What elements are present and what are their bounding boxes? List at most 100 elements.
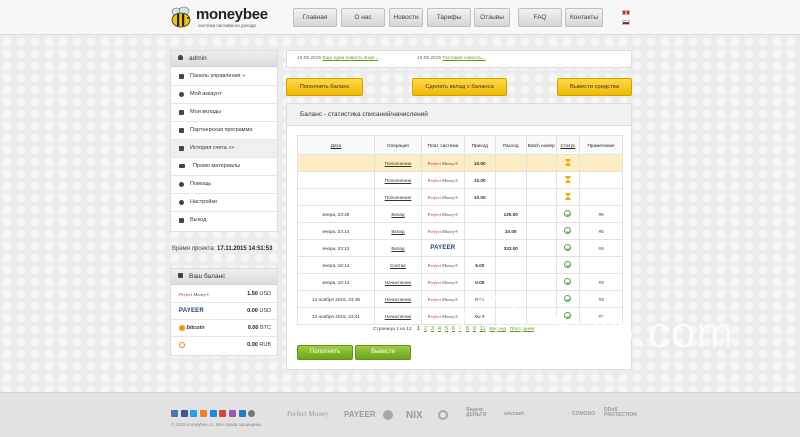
news-link[interactable]: Еще одна новость Ещё... xyxy=(322,56,378,61)
menu-settings[interactable]: Настройки xyxy=(171,194,277,212)
logo[interactable]: moneybee система пассивного дохода xyxy=(168,5,280,31)
cell-operation[interactable]: Начисление xyxy=(373,307,423,325)
bitcoin-footer-icon xyxy=(383,410,393,422)
cell-note xyxy=(579,256,623,274)
partner-logo: Perfect Money xyxy=(287,410,329,418)
cell-status xyxy=(555,154,581,172)
nav-news[interactable]: Новости xyxy=(389,8,423,27)
table-body: Пополнение Perfect Money® 10.00 Пополнение P… xyxy=(297,154,623,325)
nav-contacts[interactable]: Контакты xyxy=(565,8,603,27)
nav-tariffs[interactable]: Тарифы xyxy=(427,8,471,27)
pager-page[interactable]: 8 xyxy=(466,326,469,332)
cell-batch xyxy=(525,239,557,257)
vk-icon[interactable] xyxy=(171,410,178,417)
menu-help[interactable]: Помощь xyxy=(171,176,277,194)
cell-note xyxy=(579,188,623,206)
cell-status xyxy=(555,222,581,240)
news-link[interactable]: Тестовая новость... xyxy=(442,56,485,61)
flag-ru-icon[interactable] xyxy=(622,20,630,25)
cell-system: Perfect Money® xyxy=(421,256,465,274)
table-row: вчера, 15:14 Снятие Perfect Money® 5.00 xyxy=(297,256,623,274)
livejournal-icon[interactable] xyxy=(229,410,237,417)
col-status[interactable]: Статус xyxy=(555,135,581,155)
cell-date: вчера, 23:14 xyxy=(297,222,375,240)
deposit-balance-button[interactable]: Пополнить баланс xyxy=(286,78,363,96)
cell-operation[interactable]: Начисление xyxy=(373,273,423,291)
cell-status xyxy=(555,239,581,257)
cell-expense xyxy=(494,256,527,274)
pager-page[interactable]: 5 xyxy=(445,326,448,332)
mailru-icon[interactable] xyxy=(209,410,217,417)
flag-en-icon[interactable] xyxy=(622,10,630,15)
cell-operation[interactable]: Пополнение xyxy=(373,154,423,172)
menu-dashboard[interactable]: Панель управления » xyxy=(171,68,277,86)
pager-page[interactable]: 7 xyxy=(459,326,462,332)
cell-expense xyxy=(494,290,527,308)
nav-faq[interactable]: FAQ xyxy=(518,8,562,27)
nav-home[interactable]: Главная xyxy=(293,8,337,27)
liveinternet-icon[interactable] xyxy=(238,410,246,417)
nav-about[interactable]: О нас xyxy=(341,8,385,27)
wallet-icon xyxy=(178,273,183,278)
cell-operation[interactable]: Снятие xyxy=(373,256,423,274)
cell-system: Perfect Money® xyxy=(421,154,465,172)
menu-promo[interactable]: Промо материалы xyxy=(171,158,277,176)
withdraw-funds-button[interactable]: Вывести средства xyxy=(557,78,632,96)
cell-operation[interactable]: Начисление xyxy=(373,290,423,308)
pager-page[interactable]: 3 xyxy=(431,326,434,332)
cell-income: 0.05 xyxy=(463,290,496,308)
partner-logo: DDoS PROTECTION xyxy=(604,407,637,418)
username: admin xyxy=(189,55,207,62)
more-share-icon[interactable] xyxy=(248,410,256,417)
status-pending-icon xyxy=(564,193,571,200)
table-row: 14 ноября 2015, 23:39 Начисление Perfect M… xyxy=(297,290,623,308)
person-icon xyxy=(179,92,184,97)
cell-expense xyxy=(494,273,527,291)
lock-icon xyxy=(179,74,184,79)
status-ok-icon xyxy=(564,244,572,251)
menu-deposits[interactable]: Мои вклады xyxy=(171,104,277,122)
odnoklassniki-icon[interactable] xyxy=(200,410,208,417)
pager-page[interactable]: 2 xyxy=(424,326,427,332)
cell-operation[interactable]: Пополнение xyxy=(373,188,423,206)
deposit-button[interactable]: Пополнить xyxy=(297,345,353,360)
pager-page[interactable]: 4 xyxy=(438,326,441,332)
cell-operation[interactable]: Вклад xyxy=(373,239,423,257)
menu-account-history[interactable]: История счета »» xyxy=(171,140,277,158)
cell-expense: 130.00 xyxy=(494,205,527,223)
cell-operation[interactable]: Вклад xyxy=(373,222,423,240)
facebook-icon[interactable] xyxy=(180,410,188,417)
flag-icon xyxy=(179,128,184,133)
menu-my-account[interactable]: Мой аккаунт xyxy=(171,86,277,104)
table-row: Пополнение Perfect Money® 10.00 xyxy=(297,154,623,172)
bitcoin-logo: bitcoin xyxy=(179,320,205,337)
col-date[interactable]: Дата xyxy=(297,135,375,155)
pager-page[interactable]: 11 xyxy=(480,326,486,332)
logout-icon xyxy=(179,218,184,223)
menu-logout[interactable]: Выход xyxy=(171,212,277,230)
nav-reviews[interactable]: Отзывы xyxy=(474,8,510,27)
balance-row: PAYEER 0.00 USD xyxy=(171,303,277,320)
withdraw-button[interactable]: Вывести xyxy=(355,345,411,360)
twitter-icon[interactable] xyxy=(190,410,198,417)
pager-page[interactable]: 9 xyxy=(473,326,476,332)
pager-page[interactable]: 6 xyxy=(452,326,455,332)
cell-operation[interactable]: Вклад xyxy=(373,205,423,223)
payeer-logo: PAYEER xyxy=(430,245,456,251)
cell-expense: 333.00 xyxy=(494,239,527,257)
col-operation: Операция xyxy=(373,135,423,155)
user-icon xyxy=(178,55,183,60)
menu-partner-program[interactable]: Партнерская программа xyxy=(171,122,277,140)
balance-row: Perfect Money® 1.50 USD xyxy=(171,286,277,303)
user-header: admin xyxy=(171,51,277,67)
invest-from-balance-button[interactable]: Сделать вклад с баланса xyxy=(412,78,507,96)
pager-next[interactable]: Вперед xyxy=(489,327,506,332)
project-time: Время проекта: 17.11.2015 14:51:53 xyxy=(172,246,273,252)
google-plus-icon[interactable] xyxy=(219,410,227,417)
cell-operation[interactable]: Пополнение xyxy=(373,171,423,189)
partner-logo: PAYEER xyxy=(344,410,376,419)
cell-system: Perfect Money® xyxy=(421,307,465,325)
balance-header: Ваш баланс xyxy=(171,269,277,285)
pager-last[interactable]: Последняя xyxy=(510,327,535,332)
col-system: Плат. система xyxy=(421,135,465,155)
